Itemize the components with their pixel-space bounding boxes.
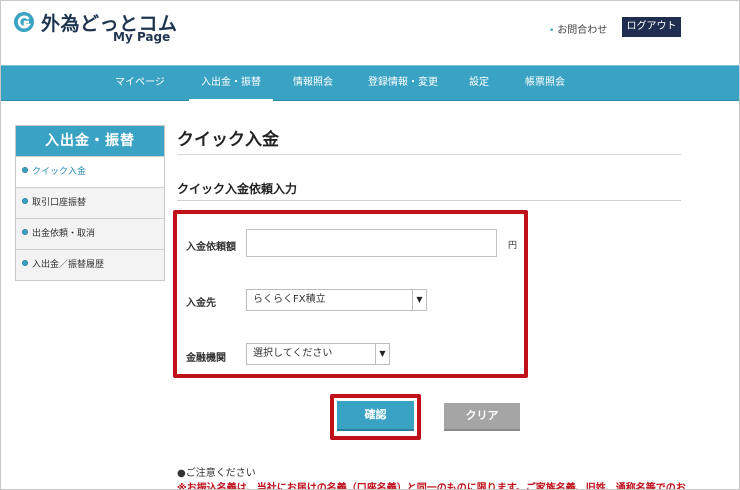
- sidebar-item-quick-deposit[interactable]: クイック入金: [16, 156, 164, 187]
- dropdown-arrow-icon: ▼: [375, 344, 389, 364]
- destination-select[interactable]: らくらくFX積立 ▼: [246, 289, 427, 311]
- nav-item-settings[interactable]: 設定: [469, 66, 489, 100]
- nav-item-deposit-transfer[interactable]: 入出金・振替: [189, 66, 273, 101]
- bullet-icon: [22, 229, 28, 235]
- amount-input[interactable]: [246, 229, 497, 257]
- bank-value: 選択してください: [253, 348, 333, 359]
- page-title: クイック入金: [177, 130, 279, 150]
- amount-unit: 円: [508, 241, 518, 251]
- sidebar: 入出金・振替 クイック入金 取引口座振替 出金依頼・取消 入出金／振替履歴: [15, 125, 165, 281]
- bank-select[interactable]: 選択してください ▼: [246, 343, 390, 365]
- bullet-icon: [22, 167, 28, 173]
- main-nav: マイページ 入出金・振替 情報照会 登録情報・変更 設定 帳票照会: [1, 65, 739, 101]
- clear-button[interactable]: クリア: [444, 403, 520, 431]
- inquiry-link[interactable]: • お問合わせ: [549, 21, 607, 36]
- bullet-icon: [22, 260, 28, 266]
- dropdown-arrow-icon: ▼: [412, 290, 426, 310]
- bullet-icon: •: [549, 26, 555, 36]
- bullet-icon: [22, 198, 28, 204]
- section-title: クイック入金依頼入力: [177, 182, 298, 196]
- sidebar-item-history[interactable]: 入出金／振替履歴: [16, 249, 164, 280]
- sidebar-item-label: 入出金／振替履歴: [32, 260, 105, 270]
- nav-item-reports[interactable]: 帳票照会: [525, 66, 565, 100]
- sidebar-item-label: 出金依頼・取消: [32, 229, 96, 239]
- sidebar-title: 入出金・振替: [16, 126, 164, 156]
- logout-button[interactable]: ログアウト: [622, 17, 681, 37]
- page-frame: 外為どっとコム My Page • お問合わせ ログアウト マイページ 入出金・振…: [0, 0, 740, 490]
- divider: [177, 154, 681, 155]
- logo-mark-icon: [14, 12, 34, 32]
- nav-item-mypage[interactable]: マイページ: [115, 66, 165, 100]
- notice-title: ●ご注意ください: [177, 468, 256, 479]
- logo-subtitle: My Page: [113, 30, 171, 44]
- inquiry-label: お問合わせ: [557, 25, 608, 36]
- destination-value: らくらくFX積立: [253, 294, 326, 305]
- bank-label: 金融機関: [186, 353, 226, 364]
- nav-item-registration[interactable]: 登録情報・変更: [368, 66, 438, 100]
- sidebar-item-label: 取引口座振替: [32, 198, 87, 208]
- divider: [177, 200, 681, 201]
- amount-label: 入金依頼額: [186, 242, 236, 253]
- sidebar-item-withdrawal[interactable]: 出金依頼・取消: [16, 218, 164, 249]
- sidebar-item-account-transfer[interactable]: 取引口座振替: [16, 187, 164, 218]
- destination-label: 入金先: [186, 298, 216, 309]
- sidebar-item-label: クイック入金: [32, 167, 87, 177]
- confirm-button[interactable]: 確認: [337, 401, 414, 431]
- notice-text: ※お振込名義は、当社にお届けの名義（口座名義）と同一のものに限ります。ご家族名義…: [177, 483, 686, 490]
- nav-item-info-inquiry[interactable]: 情報照会: [293, 66, 333, 100]
